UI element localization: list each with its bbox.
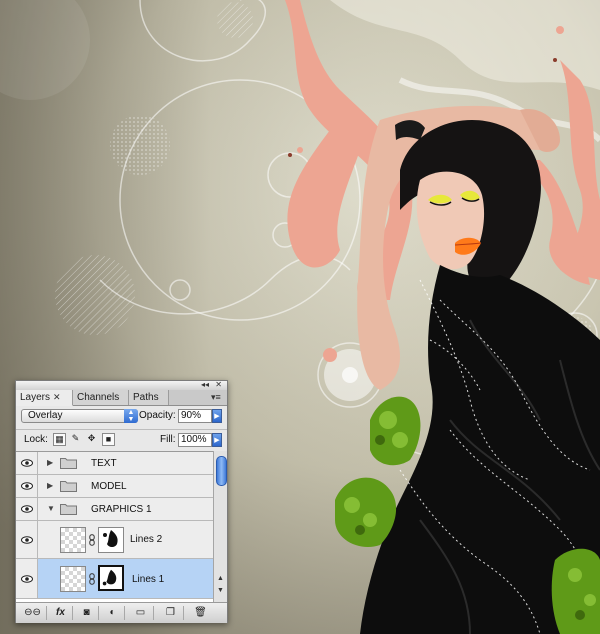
lock-row: Lock: ▦ ✎ ✥ ■ Fill: 100% ▶ <box>16 429 227 450</box>
lock-position-icon[interactable]: ✥ <box>85 433 98 446</box>
fx-button[interactable]: fx <box>52 606 69 620</box>
opacity-label: Opacity: <box>139 410 176 421</box>
layer-name: TEXT <box>91 458 117 469</box>
blend-mode-select[interactable]: Overlay ▲ ▼ <box>21 409 138 423</box>
layer-row-model[interactable]: ▶ MODEL <box>16 475 213 498</box>
folder-icon <box>60 458 77 469</box>
blend-mode-value: Overlay <box>28 410 63 421</box>
layer-name: Lines 1 <box>132 574 165 585</box>
panel-tab-bar: Layers ✕ Channels Paths ▾≡ <box>16 390 227 406</box>
layer-thumbnail[interactable] <box>60 527 86 553</box>
tab-channels-label: Channels <box>77 392 120 403</box>
chain-link-icon[interactable] <box>89 573 95 585</box>
opacity-input[interactable]: 90% <box>178 409 212 423</box>
trash-icon[interactable]: 🗑 <box>192 606 209 620</box>
visibility-toggle[interactable] <box>16 452 38 474</box>
lock-image-icon[interactable]: ✎ <box>69 433 82 446</box>
close-panel-icon[interactable]: ✕ <box>215 381 222 389</box>
layer-row-lines-2[interactable]: Lines 2 <box>16 521 213 559</box>
lock-transparency-icon[interactable]: ▦ <box>53 433 66 446</box>
tab-paths[interactable]: Paths <box>129 390 169 405</box>
panel-menu-icon[interactable]: ▾≡ <box>211 392 223 402</box>
fill-label: Fill: <box>160 434 176 445</box>
scroll-down-icon[interactable]: ▼ <box>215 586 226 596</box>
eye-icon <box>21 575 33 583</box>
layer-name: Lines 2 <box>130 534 163 545</box>
panel-bottom-toolbar: ⊖⊖ fx ◙ ◐ ▭ ❐ 🗑 <box>16 602 227 623</box>
layer-row-lines-1[interactable]: Lines 1 <box>16 559 213 599</box>
add-mask-icon[interactable]: ◙ <box>78 606 95 620</box>
expand-triangle-icon[interactable]: ▶ <box>47 481 53 490</box>
layer-list: ▶ TEXT ▶ MODEL ▼ GRAPHICS 1 Lines 2 Line… <box>16 451 213 603</box>
layer-mask-thumbnail[interactable] <box>98 527 124 553</box>
mask-preview-icon <box>102 569 117 586</box>
layer-name: MODEL <box>91 481 127 492</box>
toolbar-divider <box>183 606 184 620</box>
toolbar-divider <box>72 606 73 620</box>
tab-close-icon[interactable]: ✕ <box>53 392 61 402</box>
lock-all-icon[interactable]: ■ <box>102 433 115 446</box>
eye-icon <box>21 459 33 467</box>
toolbar-divider <box>46 606 47 620</box>
visibility-toggle[interactable] <box>16 521 38 558</box>
visibility-toggle[interactable] <box>16 559 38 598</box>
adjustment-layer-icon[interactable]: ◐ <box>104 606 121 620</box>
layers-panel: ◂◂ ✕ Layers ✕ Channels Paths ▾≡ Overlay ▲… <box>15 380 228 623</box>
tab-layers[interactable]: Layers ✕ <box>16 390 73 406</box>
lock-label: Lock: <box>24 434 48 445</box>
layer-list-scrollbar[interactable]: ▲ ▼ <box>213 451 227 602</box>
toolbar-divider <box>153 606 154 620</box>
folder-icon <box>60 481 77 492</box>
link-layers-icon[interactable]: ⊖⊖ <box>24 606 41 620</box>
fill-input[interactable]: 100% <box>178 433 212 447</box>
expand-triangle-icon[interactable]: ▶ <box>47 458 53 467</box>
layer-mask-thumbnail[interactable] <box>98 565 124 591</box>
folder-icon <box>60 504 77 515</box>
scroll-up-icon[interactable]: ▲ <box>215 574 226 584</box>
eye-icon <box>21 482 33 490</box>
layer-row-graphics-1[interactable]: ▼ GRAPHICS 1 <box>16 498 213 521</box>
tab-paths-label: Paths <box>133 392 159 403</box>
new-group-icon[interactable]: ▭ <box>132 606 149 620</box>
scroll-thumb[interactable] <box>216 456 227 486</box>
layer-name: GRAPHICS 1 <box>91 504 152 515</box>
toolbar-divider <box>124 606 125 620</box>
toolbar-divider <box>98 606 99 620</box>
layer-row-text[interactable]: ▶ TEXT <box>16 452 213 475</box>
blend-row: Overlay ▲ ▼ Opacity: 90% ▶ <box>16 405 227 427</box>
fill-slider-button[interactable]: ▶ <box>212 433 222 447</box>
eye-icon <box>21 536 33 544</box>
eye-icon <box>21 505 33 513</box>
visibility-toggle[interactable] <box>16 498 38 520</box>
mask-preview-icon <box>103 530 118 547</box>
collapse-panel-icon[interactable]: ◂◂ <box>201 381 209 389</box>
collapse-triangle-icon[interactable]: ▼ <box>47 504 55 513</box>
new-layer-icon[interactable]: ❐ <box>162 606 179 620</box>
tab-layers-label: Layers <box>20 392 51 403</box>
layer-thumbnail[interactable] <box>60 566 86 592</box>
select-arrows-icon: ▲ ▼ <box>124 409 138 423</box>
opacity-slider-button[interactable]: ▶ <box>212 409 222 423</box>
chain-link-icon[interactable] <box>89 534 95 546</box>
tab-channels[interactable]: Channels <box>73 390 129 405</box>
visibility-toggle[interactable] <box>16 475 38 497</box>
